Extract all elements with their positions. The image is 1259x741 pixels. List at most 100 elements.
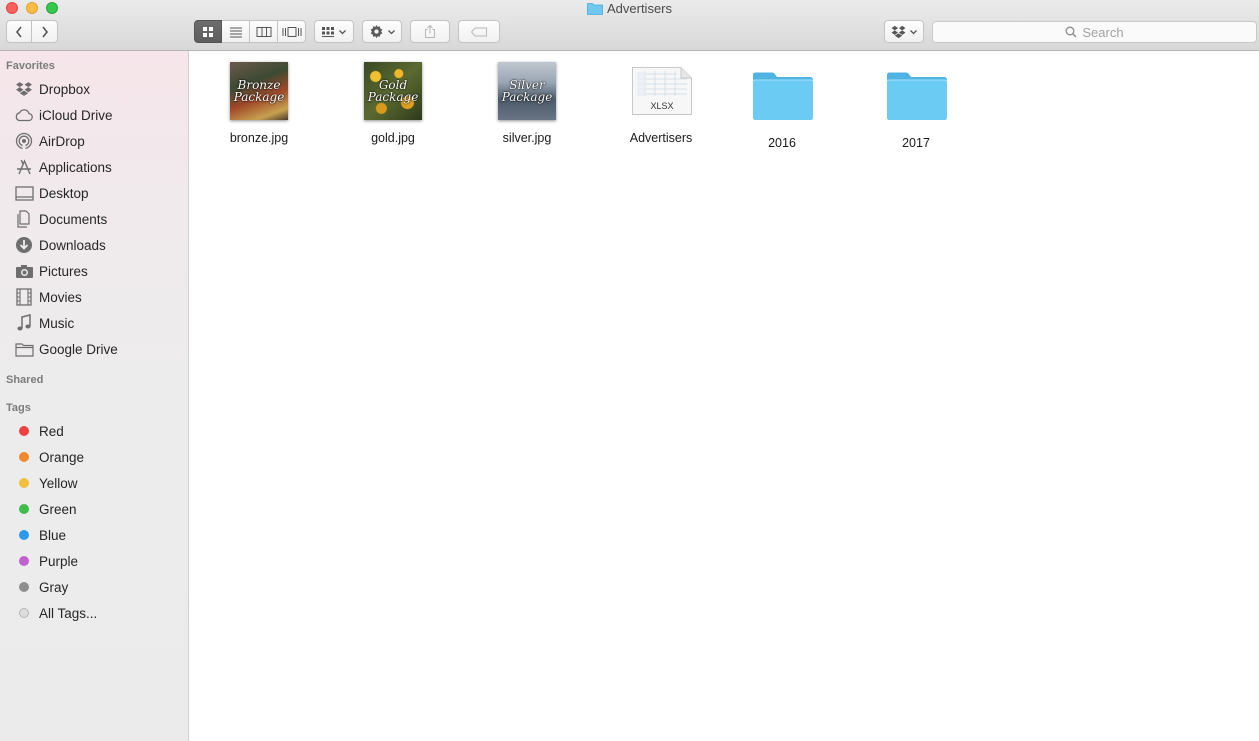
forward-button[interactable] bbox=[32, 20, 58, 43]
thumbnail-caption: Silver Package bbox=[501, 78, 553, 104]
sidebar-item-label: AirDrop bbox=[39, 133, 85, 149]
thumbnail-caption: Bronze Package bbox=[233, 78, 285, 104]
music-note-icon bbox=[14, 313, 34, 333]
folder-name: 2016 bbox=[768, 136, 796, 150]
action-button[interactable] bbox=[362, 20, 402, 43]
tag-icon bbox=[470, 27, 487, 36]
chevron-left-icon bbox=[15, 26, 22, 37]
sidebar-item-label: Gray bbox=[39, 579, 69, 595]
chevron-down-icon bbox=[387, 29, 395, 34]
sidebar-item-airdrop[interactable]: AirDrop bbox=[0, 128, 188, 154]
image-thumbnail: Silver Package bbox=[498, 62, 556, 120]
sidebar-item-dropbox[interactable]: Dropbox bbox=[0, 76, 188, 102]
chevron-down-icon bbox=[339, 29, 346, 34]
cover-flow-icon bbox=[282, 26, 301, 37]
sidebar-item-label: Orange bbox=[39, 449, 85, 465]
search-placeholder: Search bbox=[1082, 24, 1124, 40]
sidebar-item-icloud-drive[interactable]: iCloud Drive bbox=[0, 102, 188, 128]
list-view-button[interactable] bbox=[222, 20, 250, 43]
sidebar-tag-all-tags[interactable]: All Tags... bbox=[0, 600, 188, 626]
airdrop-icon bbox=[14, 131, 34, 151]
sidebar-section-tags: Tags bbox=[6, 402, 31, 414]
sidebar-tag-gray[interactable]: Gray bbox=[0, 574, 188, 600]
folder-icon bbox=[752, 72, 814, 120]
sidebar-item-label: Movies bbox=[39, 289, 82, 305]
sidebar-item-google-drive[interactable]: Google Drive bbox=[0, 336, 188, 362]
sidebar-item-label: Red bbox=[39, 423, 64, 439]
sidebar-item-label: Purple bbox=[39, 553, 79, 569]
sidebar-item-label: Pictures bbox=[39, 263, 88, 279]
sidebar-tag-orange[interactable]: Orange bbox=[0, 444, 188, 470]
dropbox-icon bbox=[891, 25, 905, 38]
sidebar-item-label: Music bbox=[39, 315, 75, 331]
sidebar-item-downloads[interactable]: Downloads bbox=[0, 232, 188, 258]
sidebar-item-applications[interactable]: Applications bbox=[0, 154, 188, 180]
chevron-down-icon bbox=[909, 29, 917, 34]
image-thumbnail: Bronze Package bbox=[230, 62, 288, 120]
cloud-icon bbox=[14, 105, 34, 125]
thumbnail-caption: Gold Package bbox=[367, 78, 419, 104]
sidebar-tag-green[interactable]: Green bbox=[0, 496, 188, 522]
sidebar-item-desktop[interactable]: Desktop bbox=[0, 180, 188, 206]
file-name: Advertisers bbox=[629, 131, 693, 145]
arrange-button[interactable] bbox=[314, 20, 354, 43]
sidebar-item-label: Downloads bbox=[39, 237, 106, 253]
back-button[interactable] bbox=[6, 20, 32, 43]
sidebar-tag-purple[interactable]: Purple bbox=[0, 548, 188, 574]
tag-color-dot bbox=[19, 530, 29, 540]
sidebar-section-favorites: Favorites bbox=[6, 60, 55, 72]
list-view-icon bbox=[229, 27, 242, 37]
gear-icon bbox=[370, 24, 382, 39]
dropbox-icon bbox=[14, 79, 34, 99]
toolbar: Advertisers Search bbox=[0, 0, 1259, 51]
documents-icon bbox=[14, 209, 34, 229]
folder-icon bbox=[14, 339, 34, 359]
sidebar-tag-blue[interactable]: Blue bbox=[0, 522, 188, 548]
edit-tags-button[interactable] bbox=[458, 20, 500, 43]
sidebar-item-label: Applications bbox=[39, 159, 112, 175]
file-browser-area[interactable]: Bronze Package bronze.jpg Gold Package gol… bbox=[190, 51, 1259, 741]
sidebar-item-label: Green bbox=[39, 501, 77, 517]
sidebar-item-label: Google Drive bbox=[39, 341, 118, 357]
film-icon bbox=[14, 287, 34, 307]
tag-color-dot bbox=[19, 452, 29, 462]
file-name: bronze.jpg bbox=[229, 131, 289, 145]
sidebar-item-pictures[interactable]: Pictures bbox=[0, 258, 188, 284]
tag-color-dot bbox=[19, 556, 29, 566]
chevron-right-icon bbox=[41, 26, 48, 37]
sidebar-item-label: Dropbox bbox=[39, 81, 91, 97]
window-title: Advertisers bbox=[606, 1, 673, 16]
tag-color-dot bbox=[19, 426, 29, 436]
sidebar-item-label: Documents bbox=[39, 211, 108, 227]
dropbox-button[interactable] bbox=[884, 20, 924, 43]
camera-icon bbox=[14, 261, 34, 281]
search-icon bbox=[1065, 26, 1077, 38]
sidebar-item-documents[interactable]: Documents bbox=[0, 206, 188, 232]
tag-color-dot bbox=[19, 504, 29, 514]
arrange-grid-icon bbox=[322, 26, 334, 37]
sidebar-item-label: Yellow bbox=[39, 475, 78, 491]
sidebar-section-shared: Shared bbox=[6, 374, 44, 386]
sidebar-item-music[interactable]: Music bbox=[0, 310, 188, 336]
file-type-badge: XLSX bbox=[650, 101, 674, 111]
search-field[interactable]: Search bbox=[932, 21, 1257, 43]
sidebar-item-movies[interactable]: Movies bbox=[0, 284, 188, 310]
window-title-bar: Advertisers bbox=[0, 0, 1259, 17]
share-button[interactable] bbox=[410, 20, 450, 43]
icon-view-button[interactable] bbox=[194, 20, 222, 43]
cover-flow-button[interactable] bbox=[278, 20, 306, 43]
sidebar-item-label: Desktop bbox=[39, 185, 89, 201]
tag-color-dot bbox=[19, 478, 29, 488]
share-icon bbox=[425, 24, 435, 38]
sidebar-item-label: iCloud Drive bbox=[39, 107, 113, 123]
desktop-icon bbox=[14, 183, 34, 203]
sidebar-tag-red[interactable]: Red bbox=[0, 418, 188, 444]
column-view-icon bbox=[256, 26, 271, 37]
tag-color-dot bbox=[19, 582, 29, 592]
applications-icon bbox=[14, 157, 34, 177]
folder-icon bbox=[587, 3, 603, 15]
file-name: silver.jpg bbox=[502, 131, 552, 145]
icon-view-icon bbox=[203, 26, 213, 37]
sidebar-tag-yellow[interactable]: Yellow bbox=[0, 470, 188, 496]
column-view-button[interactable] bbox=[250, 20, 278, 43]
